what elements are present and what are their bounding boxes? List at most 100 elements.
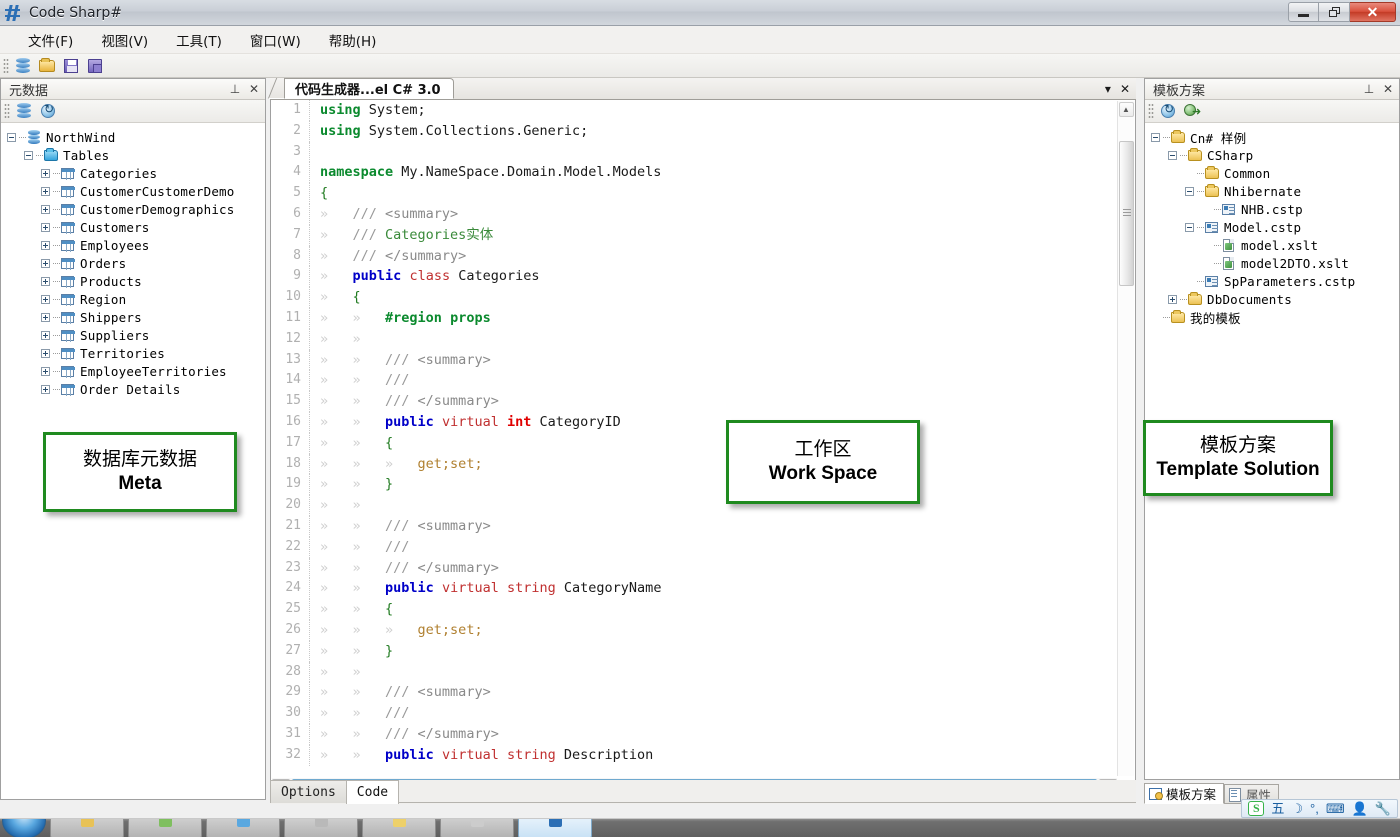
code-line[interactable]: 15 » » /// </summary>	[271, 391, 1117, 412]
expand-icon[interactable]	[41, 258, 50, 268]
collapse-icon[interactable]	[1185, 222, 1194, 232]
tree-item[interactable]: Customers	[7, 218, 265, 236]
tree-item[interactable]: CustomerDemographics	[7, 200, 265, 218]
tree-item[interactable]: SpParameters.cstp	[1151, 272, 1399, 290]
template-generate-button[interactable]	[1182, 101, 1202, 121]
tree-item[interactable]: Employees	[7, 236, 265, 254]
tree-item[interactable]: DbDocuments	[1151, 290, 1399, 308]
code-line[interactable]: 4 namespace My.NameSpace.Domain.Model.Mod…	[271, 162, 1117, 184]
expand-icon[interactable]	[41, 366, 50, 376]
taskbar-item-active[interactable]	[518, 819, 592, 837]
close-button[interactable]: ✕	[1350, 2, 1396, 22]
toolbar-grip[interactable]	[3, 57, 9, 74]
code-line[interactable]: 24 » » public virtual string CategoryName	[271, 578, 1117, 600]
code-line[interactable]: 25 » » {	[271, 599, 1117, 620]
pin-icon[interactable]: ⊥	[227, 81, 243, 97]
code-line[interactable]: 32 » » public virtual string Description	[271, 744, 1117, 766]
tree-item[interactable]: EmployeeTerritories	[7, 362, 265, 380]
expand-icon[interactable]	[41, 294, 50, 304]
code-line[interactable]: 30 » » ///	[271, 703, 1117, 724]
tree-item[interactable]: NHB.cstp	[1151, 200, 1399, 218]
code-line[interactable]: 20 » »	[271, 495, 1117, 516]
toolbar-grip[interactable]	[4, 103, 10, 119]
tree-item[interactable]: model.xslt	[1151, 236, 1399, 254]
collapse-icon[interactable]	[1151, 132, 1160, 142]
scroll-up-arrow-icon[interactable]: ▲	[1118, 102, 1134, 117]
tree-item[interactable]: Categories	[7, 164, 265, 182]
tree-item[interactable]: Order Details	[7, 380, 265, 398]
code-line[interactable]: 22 » » ///	[271, 536, 1117, 558]
code-line[interactable]: 7 » /// Categories实体	[271, 224, 1117, 246]
code-line[interactable]: 9 » public class Categories	[271, 266, 1117, 288]
tree-item[interactable]: Products	[7, 272, 265, 290]
code-line[interactable]: 19 » » }	[271, 474, 1117, 496]
tree-item[interactable]: Tables	[7, 146, 265, 164]
expand-icon[interactable]	[41, 348, 50, 358]
collapse-icon[interactable]	[1168, 150, 1177, 160]
code-line[interactable]: 28 » »	[271, 661, 1117, 683]
taskbar-item[interactable]	[440, 819, 514, 837]
tree-item[interactable]: Cn# 样例	[1151, 128, 1399, 146]
tab-template-solution[interactable]: 模板方案	[1144, 783, 1225, 804]
ime-moon-icon[interactable]: ☽	[1291, 802, 1303, 815]
code-line[interactable]: 29 » » /// <summary>	[271, 682, 1117, 704]
menu-file[interactable]: 文件(F)	[14, 27, 87, 53]
tab-dropdown-icon[interactable]: ▾	[1105, 82, 1111, 96]
expand-icon[interactable]	[41, 204, 50, 214]
expand-icon[interactable]	[41, 276, 50, 286]
code-line[interactable]: 23 » » /// </summary>	[271, 557, 1117, 579]
expand-icon[interactable]	[41, 222, 50, 232]
template-refresh-button[interactable]	[1158, 101, 1178, 121]
code-line[interactable]: 1 using System;	[271, 100, 1117, 121]
tree-item[interactable]: model2DTO.xslt	[1151, 254, 1399, 272]
code-line[interactable]: 13 » » /// <summary>	[271, 349, 1117, 371]
code-line[interactable]: 5{	[271, 183, 1117, 204]
collapse-icon[interactable]	[7, 132, 16, 142]
code-line[interactable]: 18 » » » get;set;	[271, 453, 1117, 475]
meta-database-button[interactable]	[14, 101, 34, 121]
ime-keyboard-icon[interactable]: ⌨	[1326, 802, 1345, 815]
code-line[interactable]: 14 » » ///	[271, 370, 1117, 392]
code-line[interactable]: 3	[271, 141, 1117, 163]
tree-item[interactable]: Orders	[7, 254, 265, 272]
toolbar-open[interactable]	[37, 56, 57, 76]
minimize-button[interactable]	[1288, 2, 1319, 22]
template-tree[interactable]: Cn# 样例 CSharp Common Nhibernate NHB.cstp Mode…	[1145, 123, 1399, 326]
tab-close-icon[interactable]: ✕	[1120, 82, 1130, 96]
taskbar-item[interactable]	[50, 819, 124, 837]
taskbar-item[interactable]	[362, 819, 436, 837]
toolbar-connect-database[interactable]	[13, 56, 33, 76]
tree-item[interactable]: Nhibernate	[1151, 182, 1399, 200]
restore-button[interactable]	[1319, 2, 1350, 22]
sogou-logo-icon[interactable]: S	[1248, 801, 1265, 816]
code-line[interactable]: 31 » » /// </summary>	[271, 723, 1117, 745]
tree-item[interactable]: 我的模板	[1151, 308, 1399, 326]
code-line[interactable]: 8 » /// </summary>	[271, 245, 1117, 267]
tree-item[interactable]: Shippers	[7, 308, 265, 326]
toolbar-grip[interactable]	[1148, 103, 1154, 119]
ime-user-icon[interactable]: 👤	[1352, 802, 1368, 815]
toolbar-save-all[interactable]	[85, 56, 105, 76]
collapse-icon[interactable]	[24, 150, 33, 160]
tree-item[interactable]: NorthWind	[7, 128, 265, 146]
tab-options[interactable]: Options	[270, 780, 347, 803]
metadata-tree[interactable]: NorthWind Tables Categories CustomerCustome…	[1, 123, 265, 398]
tree-item[interactable]: CustomerCustomerDemo	[7, 182, 265, 200]
code-line[interactable]: 12 » »	[271, 328, 1117, 350]
editor-tab-code-generator[interactable]: 代码生成器...el C# 3.0	[284, 78, 454, 99]
code-line[interactable]: 10 » {	[271, 287, 1117, 308]
tree-item[interactable]: Suppliers	[7, 326, 265, 344]
ime-punctuation-icon[interactable]: °,	[1310, 802, 1319, 815]
tab-code[interactable]: Code	[345, 780, 400, 804]
toolbar-save[interactable]	[61, 56, 81, 76]
menu-view[interactable]: 视图(V)	[87, 27, 162, 53]
expand-icon[interactable]	[41, 186, 50, 196]
code-line[interactable]: 6 » /// <summary>	[271, 203, 1117, 225]
code-line[interactable]: 26 » » » get;set;	[271, 619, 1117, 641]
taskbar-item[interactable]	[128, 819, 202, 837]
menu-window[interactable]: 窗口(W)	[236, 27, 315, 53]
menu-help[interactable]: 帮助(H)	[315, 27, 391, 53]
code-line[interactable]: 27 » » }	[271, 640, 1117, 662]
menu-tools[interactable]: 工具(T)	[162, 27, 236, 53]
ime-mode-icon[interactable]: 五	[1271, 802, 1284, 815]
